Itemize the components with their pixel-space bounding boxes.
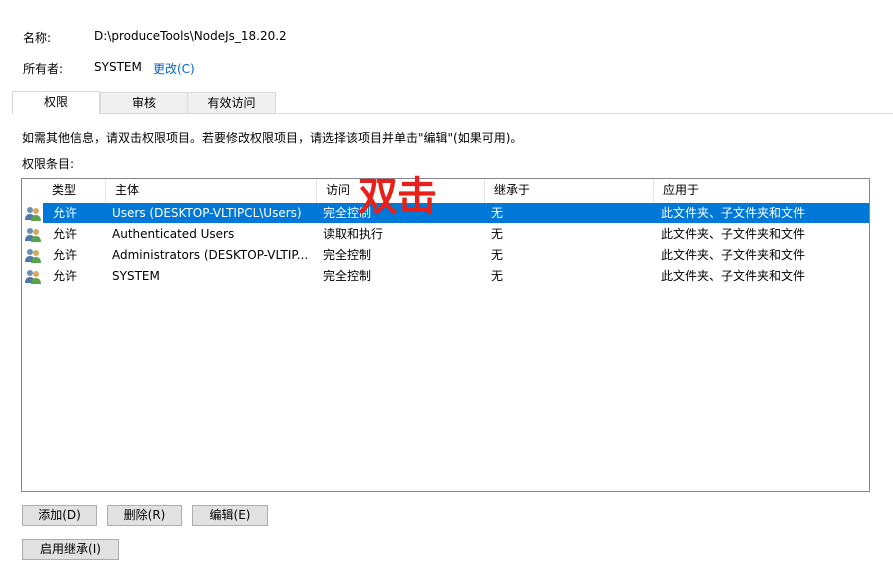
entry-type: 允许	[53, 206, 78, 220]
entries-label: 权限条目:	[22, 157, 75, 171]
enable-inheritance-button[interactable]: 启用继承(I)	[22, 539, 119, 560]
entry-access: 完全控制	[323, 248, 372, 262]
entry-applies-to: 此文件夹、子文件夹和文件	[661, 227, 806, 241]
tab-strip-divider	[12, 113, 893, 114]
entry-applies-to: 此文件夹、子文件夹和文件	[661, 248, 806, 262]
list-header: 类型 主体 访问 继承于 应用于	[22, 179, 869, 203]
owner-label: 所有者:	[23, 62, 64, 76]
table-row[interactable]: 允许 Administrators (DESKTOP-VLTIP... 完全控制…	[22, 245, 869, 266]
entry-inherited-from: 无	[491, 227, 504, 241]
owner-value: SYSTEM	[94, 60, 142, 74]
permission-entries-list[interactable]: 类型 主体 访问 继承于 应用于 允许 Users (DESKTOP-VLTIP…	[21, 178, 870, 492]
entry-principal: SYSTEM	[112, 269, 160, 283]
tab-auditing[interactable]: 审核	[100, 92, 188, 113]
entry-type: 允许	[53, 227, 78, 241]
entry-applies-to: 此文件夹、子文件夹和文件	[661, 206, 806, 220]
entry-inherited-from: 无	[491, 248, 504, 262]
entry-principal: Administrators (DESKTOP-VLTIP...	[112, 248, 309, 262]
remove-button[interactable]: 删除(R)	[107, 505, 182, 526]
info-text: 如需其他信息，请双击权限项目。若要修改权限项目，请选择该项目并单击"编辑"(如果…	[22, 131, 523, 145]
users-icon	[25, 228, 41, 242]
tab-permissions[interactable]: 权限	[12, 91, 100, 114]
table-row[interactable]: 允许 SYSTEM 完全控制 无 此文件夹、子文件夹和文件	[22, 266, 869, 287]
users-icon	[25, 249, 41, 263]
users-icon	[25, 270, 41, 284]
column-header-principal[interactable]: 主体	[106, 179, 317, 203]
entry-access: 读取和执行	[323, 227, 384, 241]
edit-button[interactable]: 编辑(E)	[192, 505, 268, 526]
add-button[interactable]: 添加(D)	[22, 505, 97, 526]
tab-effective-access[interactable]: 有效访问	[187, 92, 276, 113]
column-header-applies-to[interactable]: 应用于	[654, 179, 869, 203]
entry-principal: Authenticated Users	[112, 227, 235, 241]
change-owner-link[interactable]: 更改(C)	[153, 60, 195, 77]
users-icon	[25, 207, 41, 221]
entry-principal: Users (DESKTOP-VLTIPCL\Users)	[112, 206, 302, 220]
entry-type: 允许	[53, 248, 78, 262]
name-label: 名称:	[23, 31, 52, 45]
table-row[interactable]: 允许 Authenticated Users 读取和执行 无 此文件夹、子文件夹…	[22, 224, 869, 245]
double-click-annotation: 双击	[358, 174, 437, 220]
object-path: D:\produceTools\NodeJs_18.20.2	[94, 29, 287, 43]
entry-inherited-from: 无	[491, 206, 504, 220]
column-header-inherited-from[interactable]: 继承于	[485, 179, 654, 203]
entry-access: 完全控制	[323, 269, 372, 283]
entry-type: 允许	[53, 269, 78, 283]
entry-applies-to: 此文件夹、子文件夹和文件	[661, 269, 806, 283]
column-header-type[interactable]: 类型	[43, 179, 106, 203]
table-row[interactable]: 允许 Users (DESKTOP-VLTIPCL\Users) 完全控制 无 …	[22, 203, 869, 224]
entry-inherited-from: 无	[491, 269, 504, 283]
